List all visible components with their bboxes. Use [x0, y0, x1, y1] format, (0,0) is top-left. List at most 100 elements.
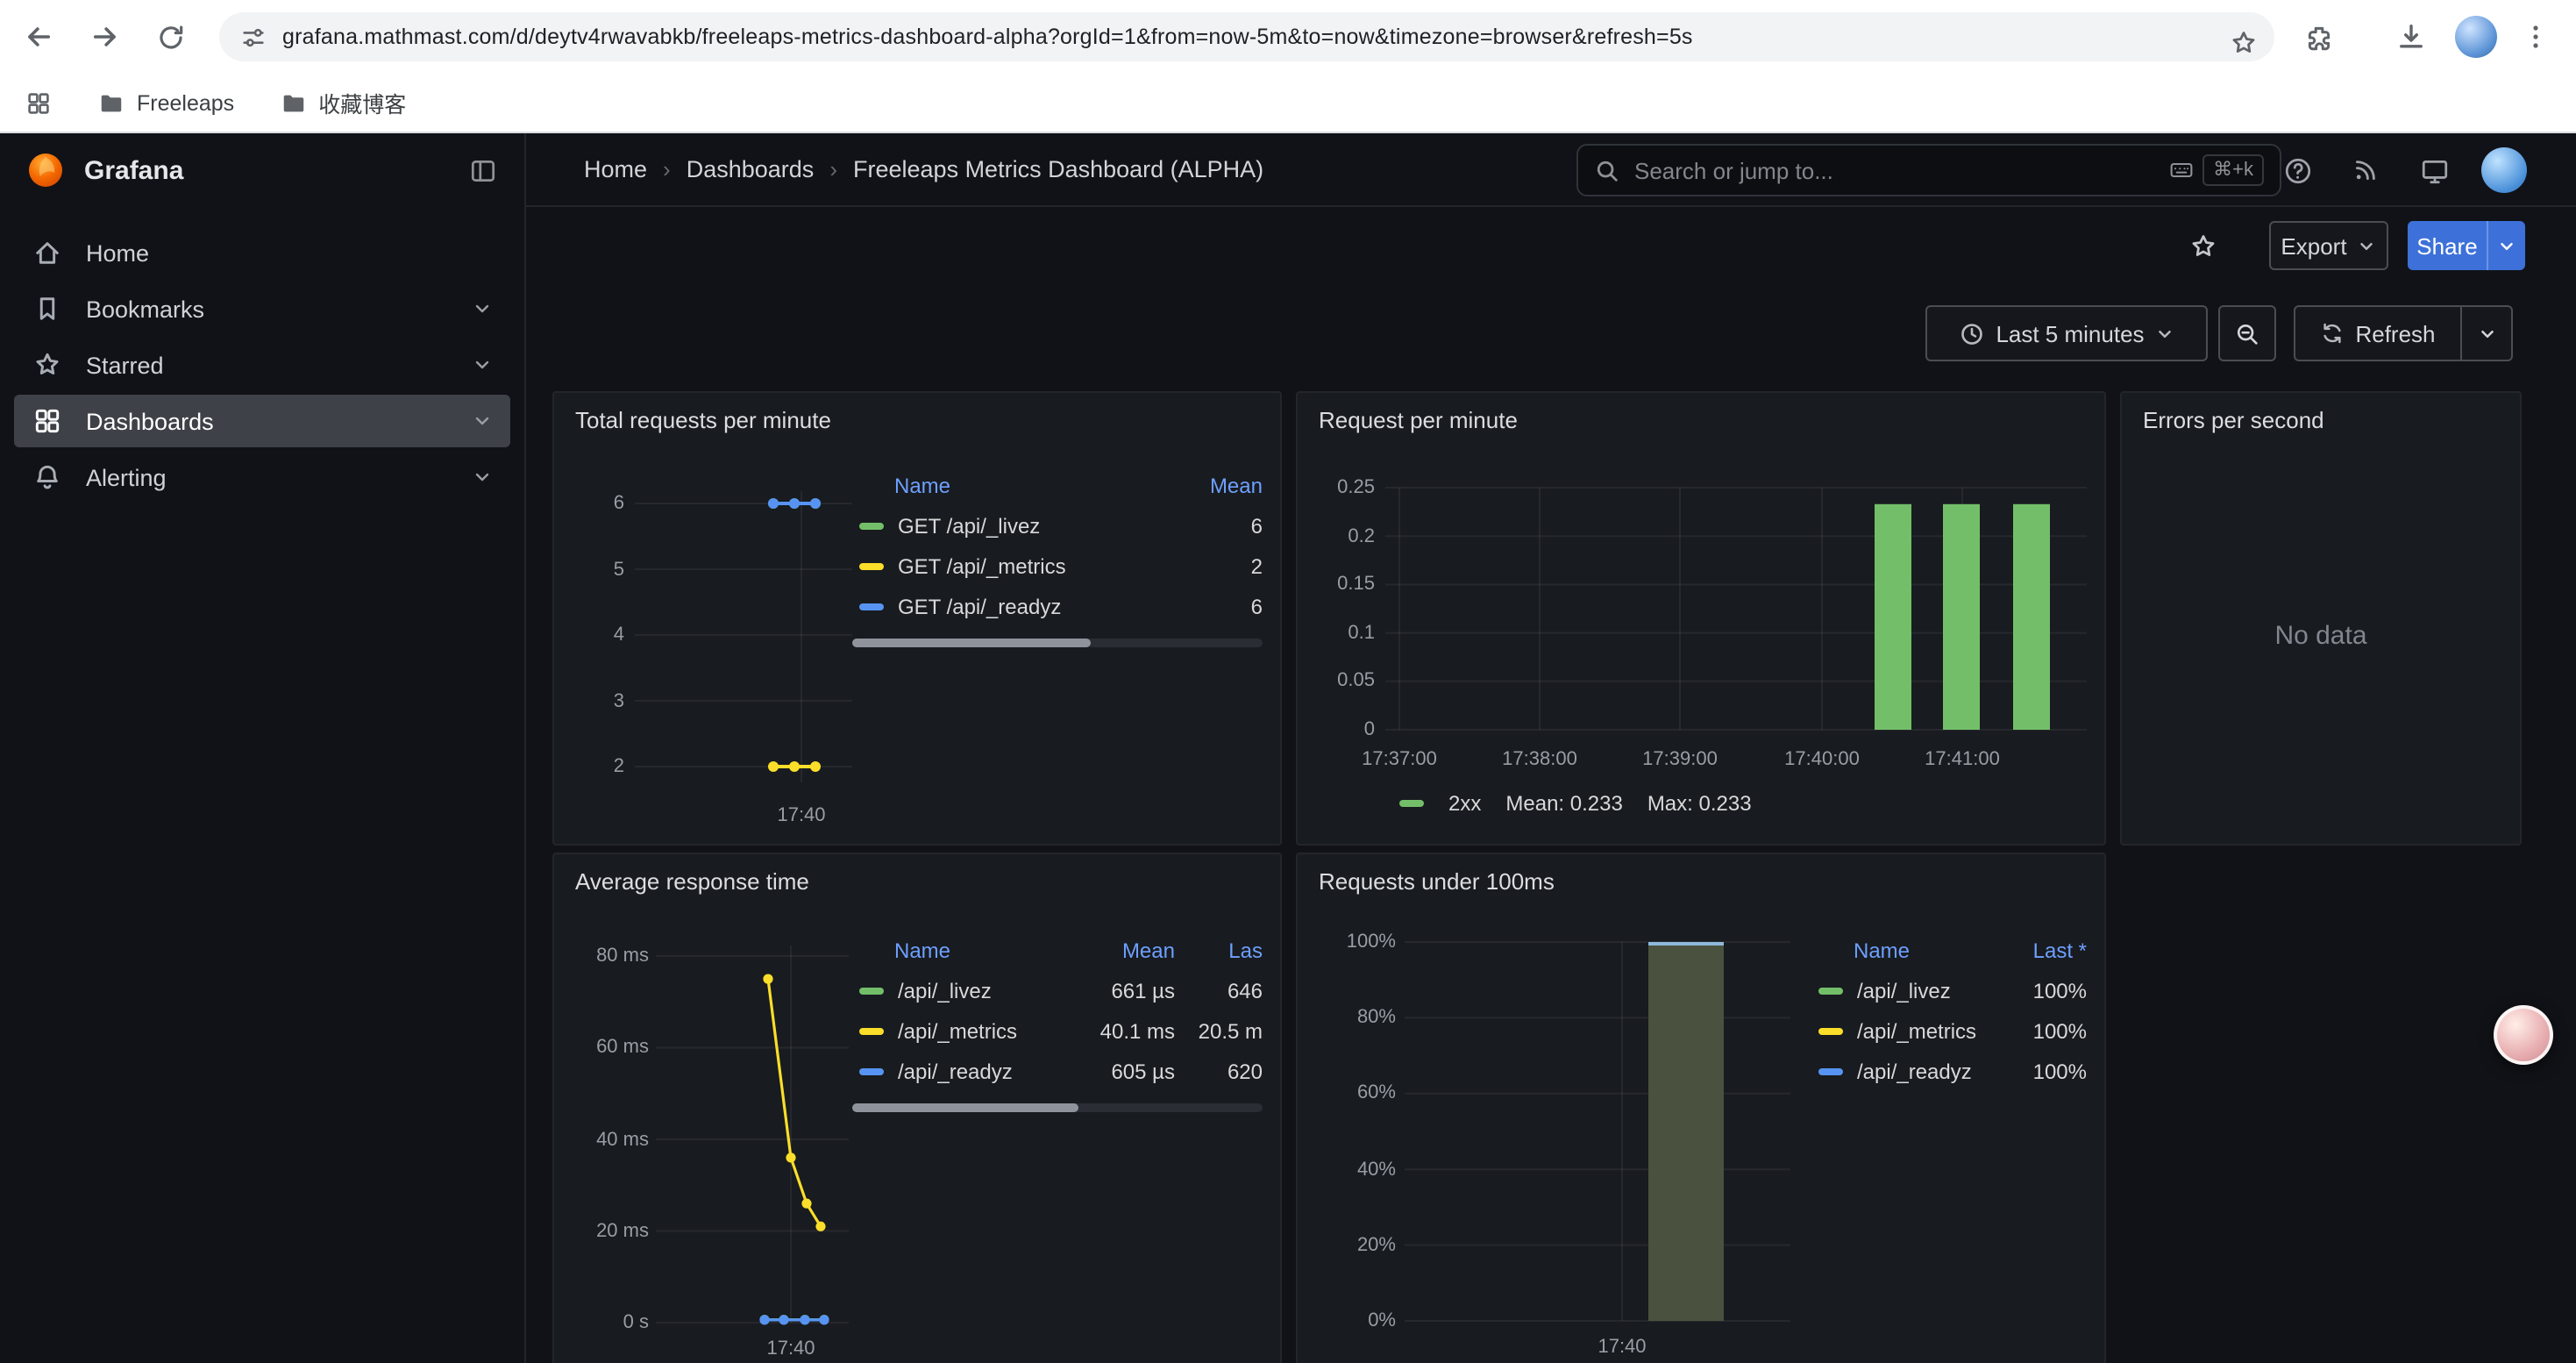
bookmark-label: 收藏博客 — [318, 86, 406, 119]
chevron-down-icon[interactable] — [472, 354, 493, 375]
panel-title[interactable]: Total requests per minute — [575, 407, 831, 433]
series-last: 100% — [1989, 1059, 2087, 1083]
series-name: GET /api/_readyz — [898, 594, 1061, 618]
legend-header-name[interactable]: Name — [852, 938, 1063, 963]
sidebar-item-home[interactable]: Home — [14, 226, 510, 279]
grafana-app: Grafana HomeBookmarksStarredDashboardsAl… — [0, 133, 2576, 1363]
legend-row[interactable]: /api/_metrics100% — [1811, 1010, 2087, 1051]
scrollbar-thumb[interactable] — [852, 1103, 1078, 1112]
legend-row[interactable]: /api/_readyz605 µs620 — [852, 1051, 1263, 1091]
grafana-logo[interactable] — [26, 151, 65, 189]
scrollbar-thumb[interactable] — [852, 639, 1090, 647]
panel-title[interactable]: Requests under 100ms — [1319, 868, 1555, 895]
forward-button[interactable] — [81, 12, 130, 61]
apps-grid-icon[interactable] — [25, 89, 53, 117]
series-name: /api/_livez — [1857, 978, 1951, 1003]
site-info-icon[interactable] — [240, 24, 267, 50]
chevron-down-icon[interactable] — [472, 410, 493, 432]
axis-tick-label: 0.25 — [1337, 477, 1375, 498]
legend-row[interactable]: /api/_livez661 µs646 — [852, 970, 1263, 1010]
legend-row[interactable]: GET /api/_metrics2 — [852, 546, 1263, 586]
bookmark-item[interactable]: Freeleaps — [98, 86, 234, 119]
bookmark-star-icon[interactable] — [2222, 21, 2264, 61]
legend-header-name[interactable]: Name — [1811, 938, 1989, 963]
share-caret-button[interactable] — [2487, 221, 2525, 270]
legend-row[interactable]: /api/_livez100% — [1811, 970, 2087, 1010]
download-icon[interactable] — [2387, 12, 2436, 61]
help-icon[interactable] — [2276, 149, 2318, 191]
axis-tick-label: 17:40 — [1598, 1337, 1646, 1358]
time-range-button[interactable]: Last 5 minutes — [1925, 305, 2208, 361]
refresh-interval-caret[interactable] — [2460, 305, 2513, 361]
extensions-icon[interactable] — [2294, 12, 2343, 61]
chevron-down-icon[interactable] — [472, 298, 493, 319]
home-icon — [32, 237, 63, 268]
axis-tick-label: 100% — [1347, 931, 1396, 953]
series-name: /api/_readyz — [898, 1059, 1013, 1083]
rss-icon[interactable] — [2345, 149, 2387, 191]
axis-tick-label: 6 — [614, 493, 624, 514]
legend-row[interactable]: /api/_metrics40.1 ms20.5 m — [852, 1010, 1263, 1051]
top-navbar: Home›Dashboards›Freeleaps Metrics Dashbo… — [526, 133, 2576, 207]
bookmark-icon — [32, 293, 63, 325]
panel-title[interactable]: Errors per second — [2143, 407, 2324, 433]
series-swatch — [1399, 800, 1424, 807]
panel-title[interactable]: Request per minute — [1319, 407, 1518, 433]
series-swatch — [1818, 1067, 1843, 1074]
zoom-out-button[interactable] — [2218, 305, 2276, 361]
chevron-down-icon[interactable] — [472, 467, 493, 488]
sidebar-item-starred[interactable]: Starred — [14, 339, 510, 391]
legend-scrollbar[interactable] — [852, 1103, 1263, 1112]
sidebar-collapse-icon[interactable] — [468, 155, 498, 185]
chevron-down-icon — [2497, 236, 2516, 255]
share-button[interactable]: Share — [2408, 221, 2487, 270]
search-placeholder: Search or jump to... — [1634, 157, 2155, 183]
bookmark-item[interactable]: 收藏博客 — [280, 86, 406, 119]
axis-tick-label: 20 ms — [596, 1221, 649, 1242]
legend-header-mean[interactable]: Mean — [1063, 938, 1175, 963]
legend-scrollbar[interactable] — [852, 639, 1263, 647]
refresh-button[interactable]: Refresh — [2294, 305, 2460, 361]
search-input[interactable]: Search or jump to... ⌘+k — [1576, 144, 2281, 196]
axis-tick-label: 0% — [1368, 1310, 1396, 1331]
series-mean: 40.1 ms — [1063, 1018, 1175, 1043]
series-name: GET /api/_metrics — [898, 553, 1066, 578]
series-name[interactable]: 2xx — [1448, 791, 1481, 816]
series-mean: 6 — [1175, 513, 1263, 538]
legend-header-mean[interactable]: Mean — [1175, 474, 1263, 498]
breadcrumb-item[interactable]: Dashboards — [687, 156, 815, 182]
breadcrumb-separator: › — [663, 156, 671, 182]
back-button[interactable] — [14, 12, 63, 61]
monitor-icon[interactable] — [2413, 149, 2455, 191]
sidebar-item-alerting[interactable]: Alerting — [14, 451, 510, 503]
export-button[interactable]: Export — [2269, 221, 2388, 270]
panel-errors-per-second: Errors per second No data — [2120, 391, 2522, 846]
profile-icon[interactable] — [2455, 16, 2497, 58]
series-name: GET /api/_livez — [898, 513, 1040, 538]
favorite-star-button[interactable] — [2181, 225, 2224, 267]
sidebar-item-label: Alerting — [86, 464, 167, 490]
legend-header-name[interactable]: Name — [852, 474, 1175, 498]
main-area: Home›Dashboards›Freeleaps Metrics Dashbo… — [526, 133, 2576, 1363]
series-last: 620 — [1175, 1059, 1263, 1083]
breadcrumb: Home›Dashboards›Freeleaps Metrics Dashbo… — [584, 156, 1263, 182]
floating-avatar[interactable] — [2494, 1005, 2553, 1065]
url-input[interactable]: grafana.mathmast.com/d/deytv4rwavabkb/fr… — [219, 12, 2274, 61]
bell-icon — [32, 461, 63, 493]
reload-button[interactable] — [146, 12, 195, 61]
legend-header-last[interactable]: Las — [1175, 938, 1263, 963]
sidebar-item-bookmarks[interactable]: Bookmarks — [14, 282, 510, 335]
legend-header-last[interactable]: Last * — [1989, 938, 2087, 963]
sidebar-item-dashboards[interactable]: Dashboards — [14, 395, 510, 447]
panel-requests-per-minute: Request per minute 2xx Mean: 0.233 Max: … — [1296, 391, 2106, 846]
legend-row[interactable]: /api/_readyz100% — [1811, 1051, 2087, 1091]
legend-row[interactable]: GET /api/_readyz6 — [852, 586, 1263, 626]
legend-row[interactable]: GET /api/_livez 6 — [852, 505, 1263, 546]
menu-icon[interactable] — [2511, 12, 2560, 61]
breadcrumb-item[interactable]: Home — [584, 156, 647, 182]
browser-toolbar: grafana.mathmast.com/d/deytv4rwavabkb/fr… — [0, 0, 2576, 74]
user-avatar[interactable] — [2481, 147, 2527, 193]
series-swatch — [1818, 1027, 1843, 1034]
panel-title[interactable]: Average response time — [575, 868, 809, 895]
requests-per-minute-chart — [1385, 474, 2087, 737]
